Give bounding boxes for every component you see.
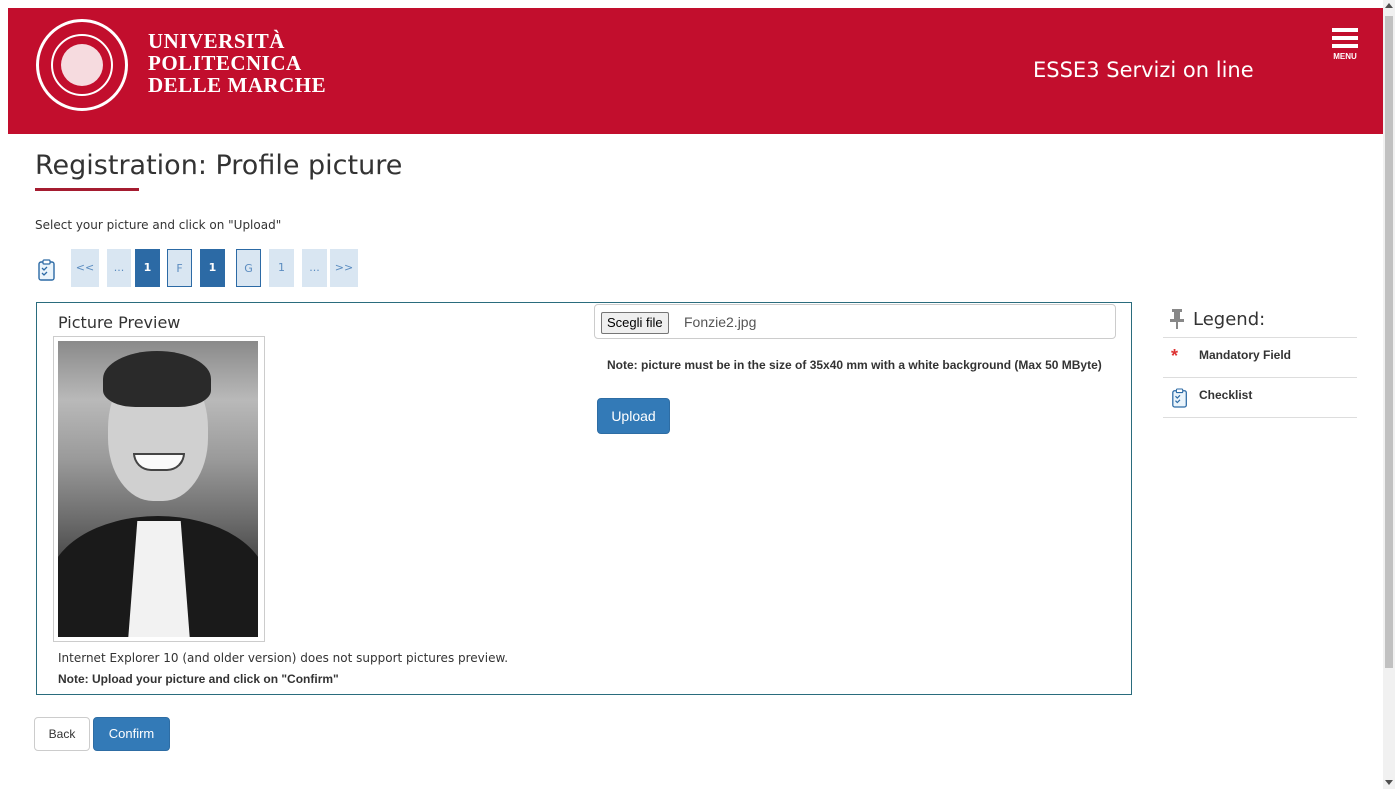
- site-header: UNIVERSITÀ POLITECNICA DELLE MARCHE ESSE…: [8, 8, 1383, 134]
- photo-shirt: [128, 521, 190, 637]
- legend-item-label: Mandatory Field: [1199, 348, 1292, 362]
- photo-hair: [103, 351, 211, 407]
- selected-file-name: Fonzie2.jpg: [684, 314, 757, 330]
- step-ellipsis-right[interactable]: ...: [302, 249, 327, 287]
- step-1-b[interactable]: 1: [200, 249, 225, 287]
- step-last[interactable]: >>: [330, 249, 358, 287]
- ie-preview-note: Internet Explorer 10 (and older version)…: [58, 651, 509, 665]
- legend-title-text: Legend:: [1193, 309, 1266, 330]
- logo-line-2: POLITECNICA: [148, 51, 302, 75]
- picture-size-note: Note: picture must be in the size of 35x…: [607, 358, 1102, 372]
- seal-emblem: [61, 44, 103, 86]
- university-name[interactable]: UNIVERSITÀ POLITECNICA DELLE MARCHE: [148, 30, 326, 96]
- hamburger-icon: [1332, 28, 1358, 32]
- menu-label: MENU: [1333, 52, 1357, 61]
- upload-panel: Picture Preview Internet Explorer 10 (an…: [36, 302, 1132, 695]
- scrollbar-thumb[interactable]: [1385, 16, 1393, 668]
- legend-title: Legend:: [1163, 305, 1357, 338]
- step-1-a[interactable]: 1: [135, 249, 160, 287]
- scroll-up-arrow-icon[interactable]: [1385, 3, 1393, 8]
- university-seal-logo[interactable]: [36, 19, 128, 111]
- checklist-icon: [1171, 388, 1189, 411]
- picture-preview-frame: [53, 336, 265, 642]
- legend-item-checklist: Checklist: [1163, 378, 1357, 418]
- file-input[interactable]: Scegli file Fonzie2.jpg: [594, 304, 1116, 339]
- service-title: ESSE3 Servizi on line: [1033, 58, 1254, 82]
- hamburger-icon-bar: [1332, 44, 1358, 48]
- instructions-text: Select your picture and click on "Upload…: [35, 218, 282, 232]
- step-first[interactable]: <<: [71, 249, 99, 287]
- step-1-c[interactable]: 1: [269, 249, 294, 287]
- checklist-icon[interactable]: [37, 259, 57, 286]
- top-strip: [0, 0, 1383, 8]
- page-title: Registration: Profile picture: [35, 150, 403, 181]
- logo-line-3: DELLE MARCHE: [148, 73, 327, 97]
- picture-preview-label: Picture Preview: [58, 313, 181, 332]
- upload-button[interactable]: Upload: [597, 398, 670, 434]
- menu-button[interactable]: MENU: [1321, 28, 1369, 80]
- confirm-note: Note: Upload your picture and click on "…: [58, 672, 339, 686]
- scroll-down-arrow-icon[interactable]: [1385, 780, 1393, 785]
- title-underline: [35, 188, 139, 191]
- legend-item-mandatory: * Mandatory Field: [1163, 338, 1357, 378]
- step-ellipsis-left[interactable]: ...: [107, 249, 131, 287]
- step-g[interactable]: G: [236, 249, 261, 287]
- choose-file-button[interactable]: Scegli file: [601, 312, 669, 334]
- pushpin-icon: [1170, 309, 1184, 339]
- step-f[interactable]: F: [167, 249, 192, 287]
- profile-picture-preview: [58, 341, 258, 637]
- back-button[interactable]: Back: [34, 717, 90, 751]
- confirm-button[interactable]: Confirm: [93, 717, 170, 751]
- vertical-scrollbar[interactable]: [1383, 0, 1395, 789]
- asterisk-icon: *: [1171, 346, 1179, 366]
- legend-panel: Legend: * Mandatory Field Checklist: [1163, 305, 1357, 418]
- hamburger-icon-bar: [1332, 36, 1358, 40]
- legend-item-label: Checklist: [1199, 388, 1253, 402]
- logo-line-1: UNIVERSITÀ: [148, 29, 285, 53]
